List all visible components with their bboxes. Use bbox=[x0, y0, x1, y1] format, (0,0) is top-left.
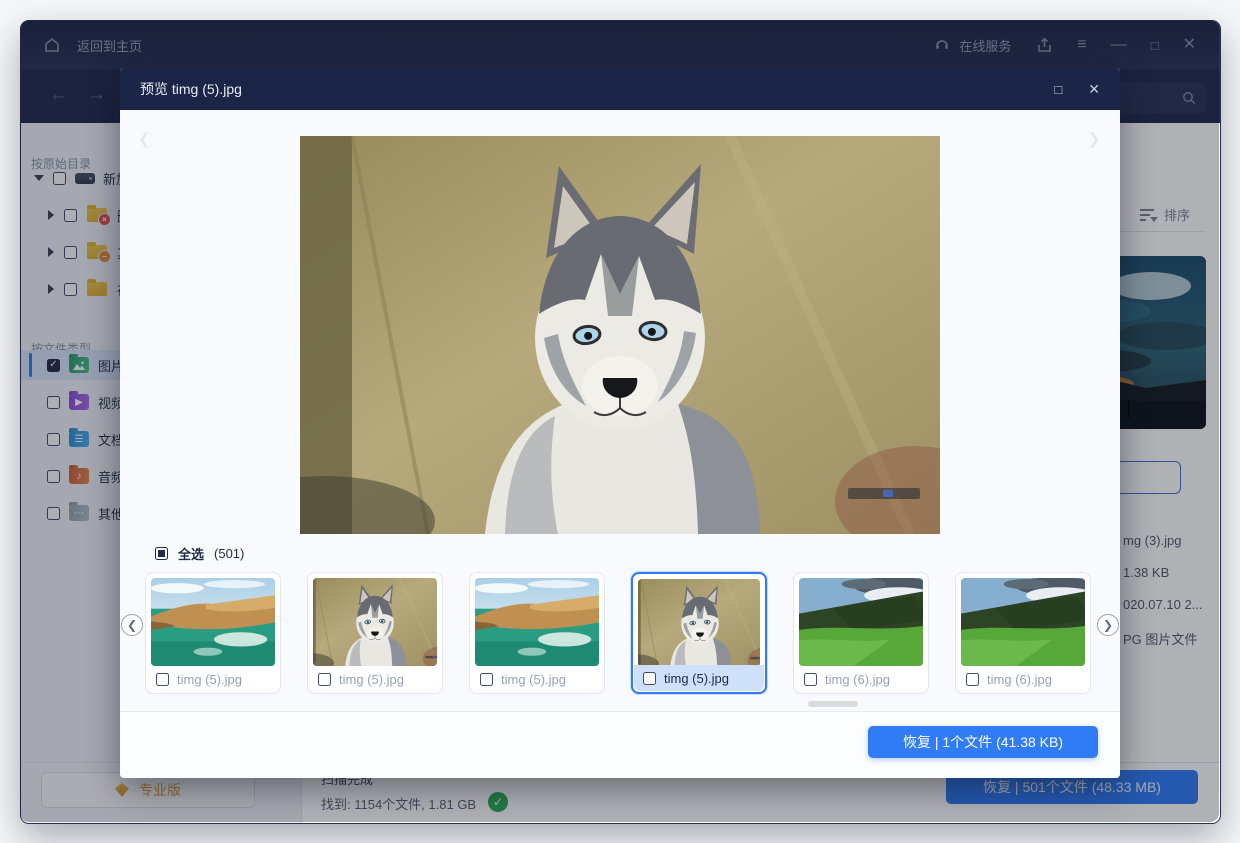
thumbnail-image bbox=[151, 578, 275, 666]
thumbnail-card[interactable]: timg (6).jpg bbox=[793, 572, 929, 694]
thumbnail-checkbox[interactable] bbox=[156, 673, 169, 686]
thumbnail-checkbox[interactable] bbox=[480, 673, 493, 686]
thumbnail-card[interactable]: timg (5).jpg bbox=[469, 572, 605, 694]
thumbnail-checkbox[interactable] bbox=[966, 673, 979, 686]
strip-prev-button[interactable]: ❮ bbox=[121, 614, 143, 636]
thumbnail-name: timg (5).jpg bbox=[501, 672, 566, 687]
select-all-label: 全选 bbox=[178, 544, 204, 563]
strip-next-button[interactable]: ❯ bbox=[1097, 614, 1119, 636]
thumbnail-image bbox=[313, 578, 437, 666]
screenshot-stage: 返回到主页 在线服务 ≡ — □ ✕ ← → bbox=[0, 0, 1240, 843]
thumbnail-card[interactable]: timg (5).jpg bbox=[307, 572, 443, 694]
modal-title: 预览 timg (5).jpg bbox=[140, 79, 242, 99]
preview-modal: 预览 timg (5).jpg □ ✕ ❮ ❯ 全选 (501) ❮ ❯ tim… bbox=[120, 68, 1120, 778]
recover-selected-button[interactable]: 恢复 | 1个文件 (41.38 KB) bbox=[868, 726, 1098, 758]
thumbnail-name: timg (5).jpg bbox=[664, 671, 729, 686]
preview-image bbox=[300, 136, 940, 534]
thumbnail-image bbox=[475, 578, 599, 666]
modal-header: 预览 timg (5).jpg □ ✕ bbox=[120, 68, 1120, 110]
thumbnail-checkbox[interactable] bbox=[804, 673, 817, 686]
thumbnail-name: timg (5).jpg bbox=[339, 672, 404, 687]
thumbnail-card[interactable]: timg (5).jpg bbox=[145, 572, 281, 694]
thumbnail-image bbox=[799, 578, 923, 666]
thumbnail-card-selected[interactable]: timg (5).jpg bbox=[631, 572, 767, 694]
modal-maximize-button[interactable]: □ bbox=[1054, 82, 1062, 97]
select-all-count: (501) bbox=[214, 546, 244, 561]
preview-next-icon[interactable]: ❯ bbox=[1088, 130, 1101, 148]
thumbnail-card[interactable]: timg (6).jpg bbox=[955, 572, 1091, 694]
thumbnail-image bbox=[961, 578, 1085, 666]
modal-footer: 恢复 | 1个文件 (41.38 KB) bbox=[120, 711, 1120, 778]
thumbnail-image bbox=[638, 579, 760, 667]
thumbnail-checkbox[interactable] bbox=[318, 673, 331, 686]
thumbnail-scrollbar[interactable] bbox=[808, 701, 858, 707]
thumbnail-name: timg (5).jpg bbox=[177, 672, 242, 687]
select-all-checkbox[interactable] bbox=[155, 547, 168, 560]
select-all-row[interactable]: 全选 (501) bbox=[155, 544, 244, 563]
preview-prev-icon[interactable]: ❮ bbox=[138, 130, 151, 148]
thumbnail-name: timg (6).jpg bbox=[825, 672, 890, 687]
thumbnail-checkbox[interactable] bbox=[643, 672, 656, 685]
modal-close-button[interactable]: ✕ bbox=[1088, 81, 1100, 98]
thumbnail-name: timg (6).jpg bbox=[987, 672, 1052, 687]
